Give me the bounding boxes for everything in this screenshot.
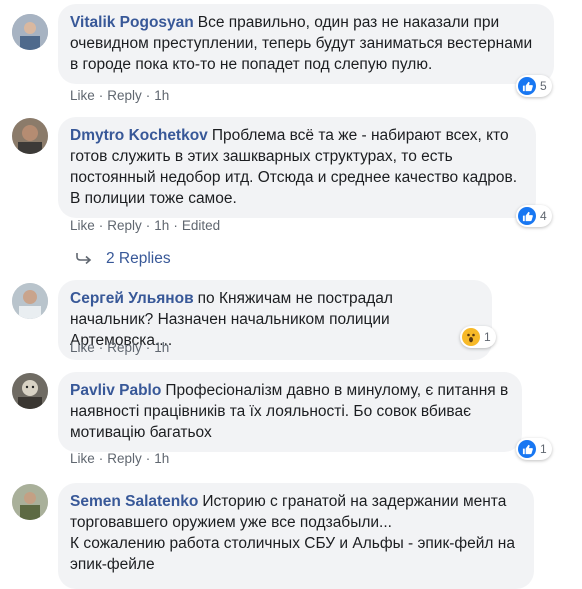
comment-actions: Like · Reply · 1h: [70, 451, 169, 466]
edited-label[interactable]: Edited: [182, 218, 220, 233]
comment-bubble: Pavliv Pablo Професіоналізм давно в минул…: [58, 372, 522, 452]
avatar[interactable]: [12, 373, 48, 409]
reaction-number: 4: [540, 209, 547, 223]
reaction-number: 5: [540, 79, 547, 93]
avatar[interactable]: [12, 283, 48, 319]
timestamp[interactable]: 1h: [154, 340, 169, 355]
like-icon: [518, 77, 536, 95]
comment-text-paragraph: К сожалению работа столичных СБУ и Альфы…: [70, 535, 515, 573]
reaction-number: 1: [484, 330, 491, 344]
separator: ·: [173, 218, 178, 233]
comment-bubble: Dmytro Kochetkov Проблема всё та же - наб…: [58, 117, 536, 218]
separator: ·: [98, 88, 104, 103]
like-icon: [518, 440, 536, 458]
reply-link[interactable]: Reply: [107, 88, 142, 103]
comment-actions: Like · Reply · 1h: [70, 88, 169, 103]
reaction-number: 1: [540, 442, 547, 456]
separator: ·: [145, 88, 151, 103]
view-replies-link[interactable]: 2 Replies: [76, 250, 171, 268]
like-link[interactable]: Like: [70, 88, 95, 103]
reaction-count[interactable]: 5: [516, 75, 552, 97]
separator: ·: [98, 451, 104, 466]
separator: ·: [98, 340, 104, 355]
reaction-count[interactable]: 4: [516, 205, 552, 227]
comment-bubble: Semen Salatenko Историю с гранатой на зад…: [58, 483, 534, 589]
reply-arrow-icon: [76, 251, 92, 267]
comment-author[interactable]: Semen Salatenko: [70, 493, 198, 510]
comment-actions: Like · Reply · 1h · Edited: [70, 218, 220, 233]
wow-icon: [462, 328, 480, 346]
comment-author[interactable]: Dmytro Kochetkov: [70, 127, 208, 144]
reply-link[interactable]: Reply: [107, 340, 142, 355]
comment-actions: Like · Reply · 1h: [70, 340, 169, 355]
timestamp[interactable]: 1h: [154, 88, 169, 103]
avatar[interactable]: [12, 484, 48, 520]
avatar[interactable]: [12, 118, 48, 154]
like-icon: [518, 207, 536, 225]
separator: ·: [145, 340, 151, 355]
comment-author[interactable]: Pavliv Pablo: [70, 382, 161, 399]
comment-author[interactable]: Vitalik Pogosyan: [70, 14, 194, 31]
avatar[interactable]: [12, 14, 48, 50]
reaction-count[interactable]: 1: [460, 326, 496, 348]
reaction-count[interactable]: 1: [516, 438, 552, 460]
comment-author[interactable]: Сергей Ульянов: [70, 290, 194, 307]
timestamp[interactable]: 1h: [154, 451, 169, 466]
reply-link[interactable]: Reply: [107, 451, 142, 466]
reply-link[interactable]: Reply: [107, 218, 142, 233]
replies-label[interactable]: 2 Replies: [106, 250, 171, 268]
separator: ·: [145, 451, 151, 466]
comment-bubble: Vitalik Pogosyan Все правильно, один раз …: [58, 4, 554, 84]
timestamp[interactable]: 1h: [154, 218, 169, 233]
separator: ·: [98, 218, 104, 233]
like-link[interactable]: Like: [70, 340, 95, 355]
like-link[interactable]: Like: [70, 218, 95, 233]
like-link[interactable]: Like: [70, 451, 95, 466]
separator: ·: [145, 218, 151, 233]
